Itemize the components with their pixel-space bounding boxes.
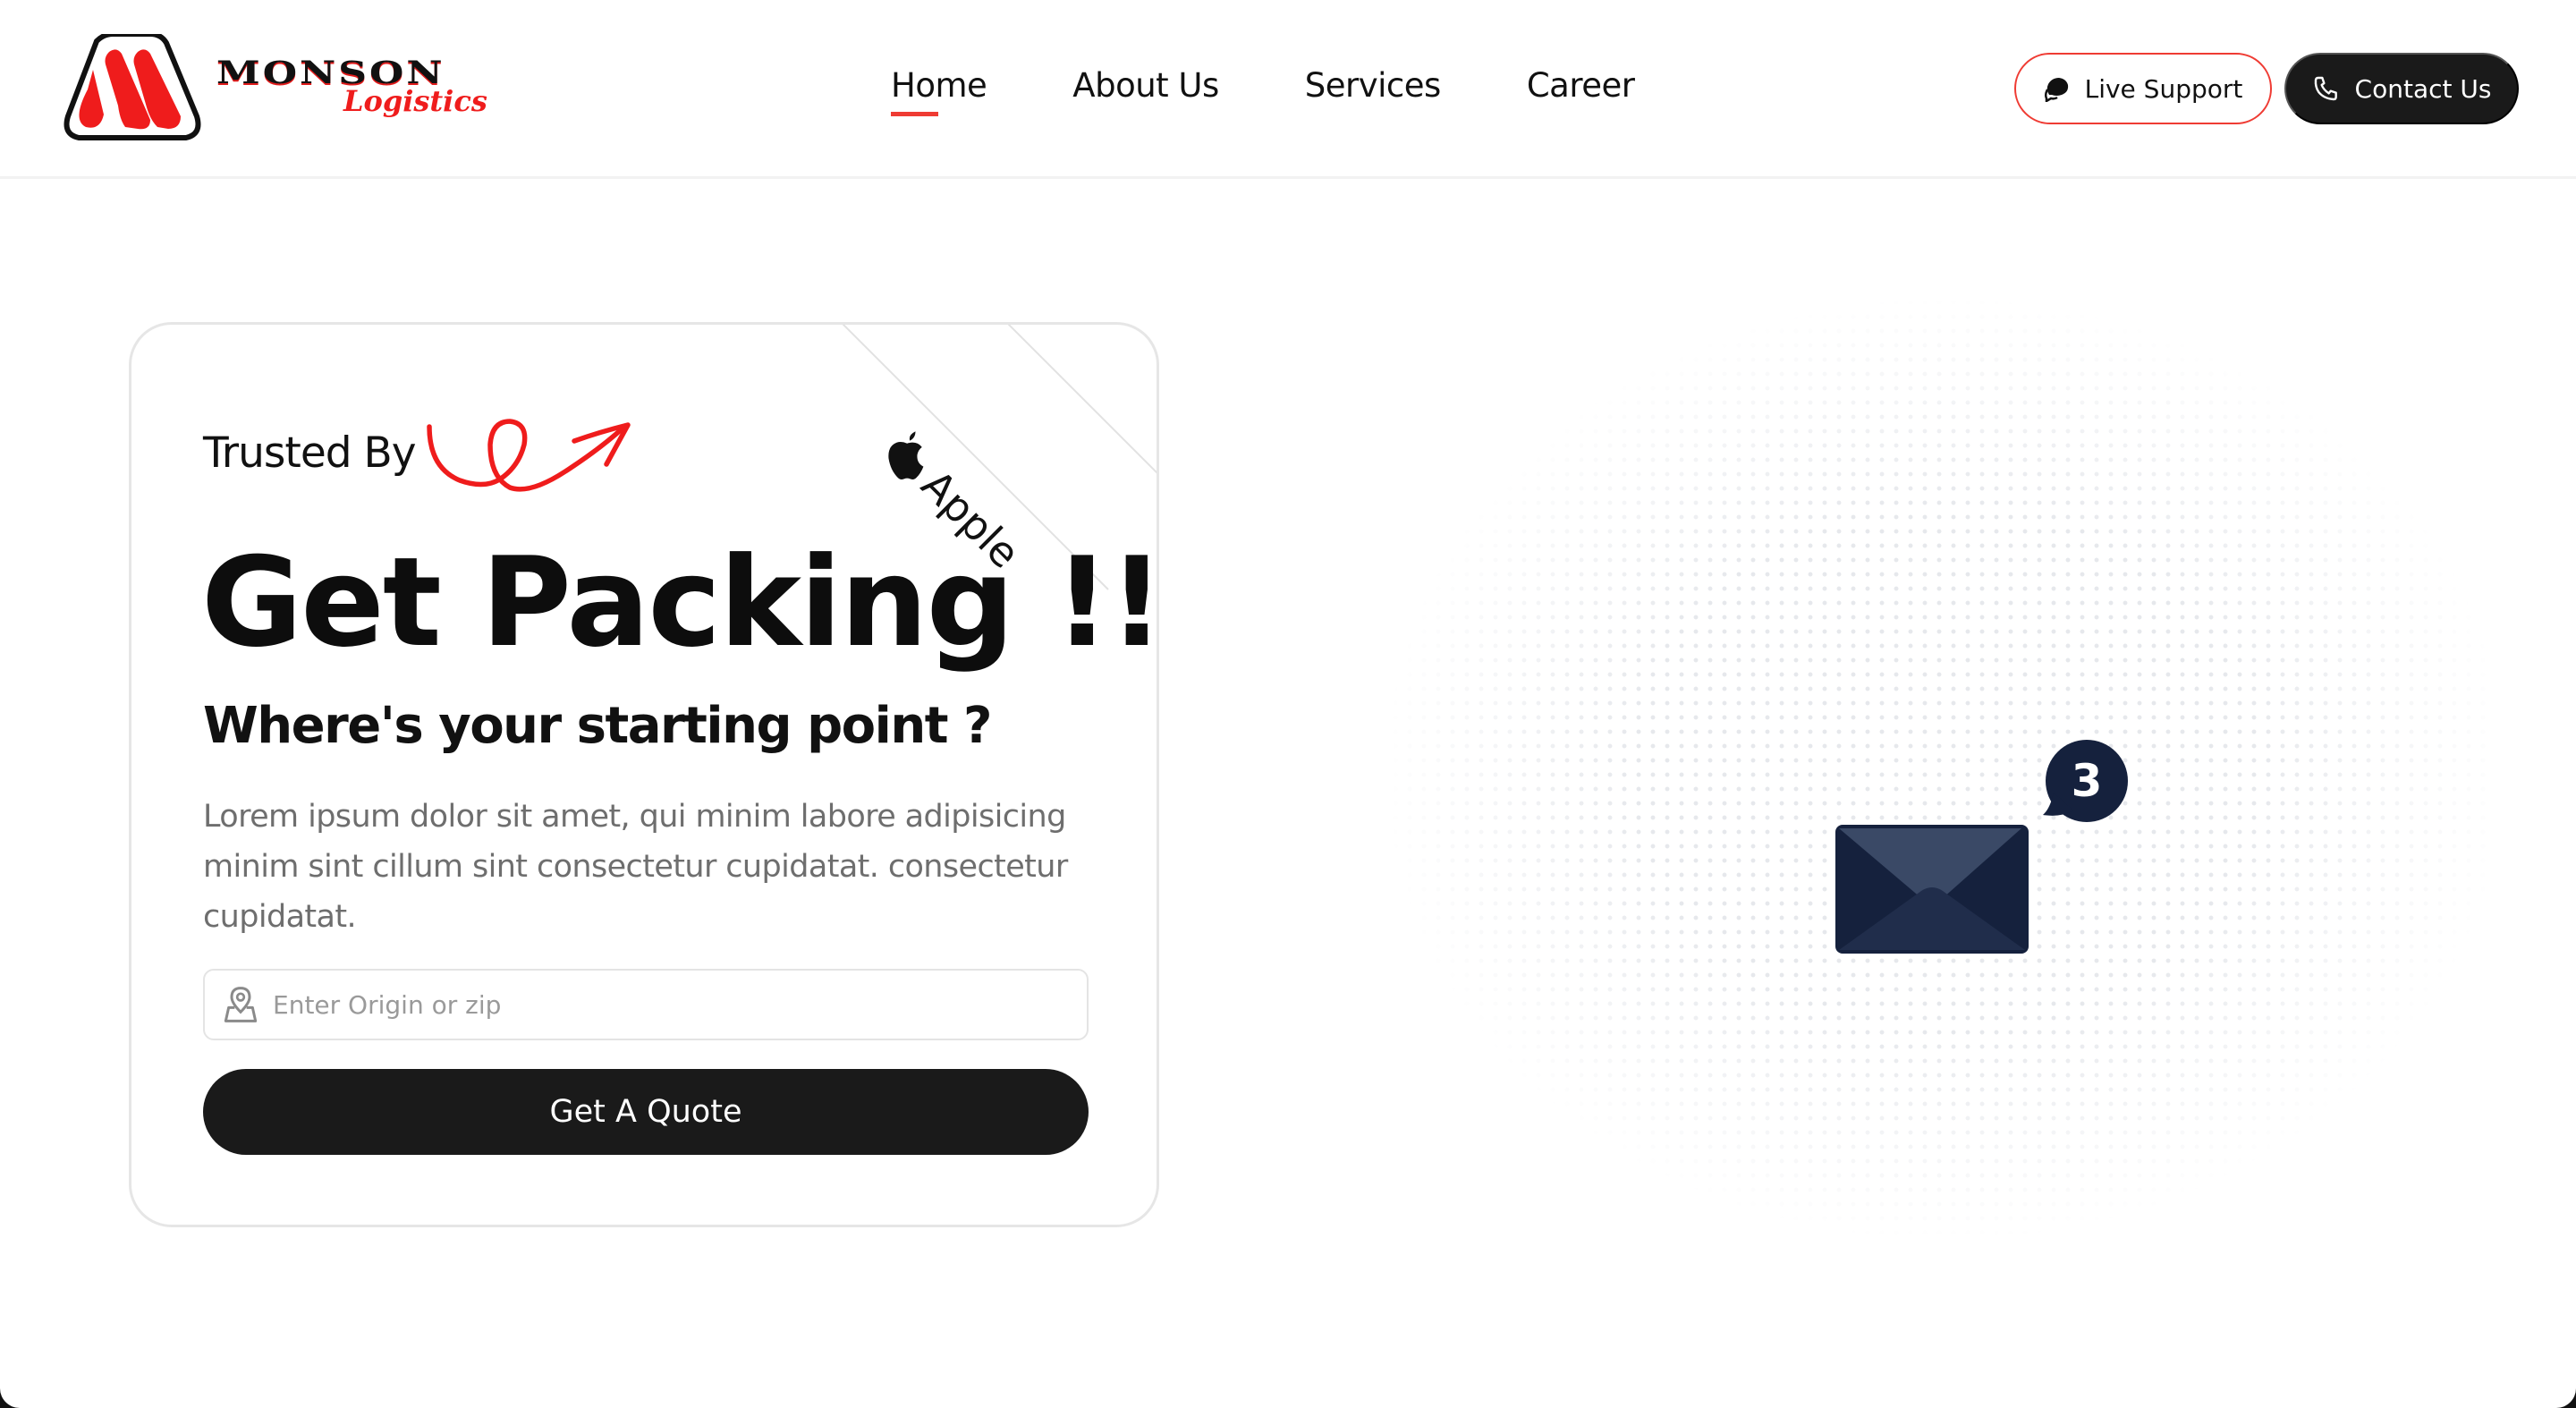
live-support-button[interactable]: Live Support xyxy=(2014,53,2272,124)
hero-subheadline: Where's your starting point ? xyxy=(203,697,992,755)
site-header: MONSON Logistics Home About Us Services … xyxy=(0,0,2576,179)
main-nav: Home About Us Services Career xyxy=(891,66,1720,120)
nav-item-about-us[interactable]: About Us xyxy=(1072,66,1219,120)
squiggle-arrow-icon xyxy=(427,419,631,492)
get-a-quote-button[interactable]: Get A Quote xyxy=(203,1069,1089,1155)
notification-badge: 3 xyxy=(2043,740,2128,822)
map-pin-icon xyxy=(224,987,258,1022)
chat-bubbles-icon xyxy=(2044,78,2068,102)
contact-us-button[interactable]: Contact Us xyxy=(2284,53,2519,124)
trusted-by-label: Trusted By xyxy=(203,428,417,478)
origin-field[interactable] xyxy=(203,969,1089,1040)
nav-item-home[interactable]: Home xyxy=(891,66,987,120)
hero-headline: Get Packing !! xyxy=(201,530,1159,674)
phone-icon xyxy=(2314,76,2337,101)
mail-illustration: 3 xyxy=(1832,734,2154,980)
logo[interactable]: MONSON Logistics xyxy=(61,34,508,141)
trusted-by: Trusted By xyxy=(203,428,417,478)
live-support-label: Live Support xyxy=(2084,73,2243,104)
apple-logo-icon xyxy=(888,431,924,479)
nav-item-services[interactable]: Services xyxy=(1305,66,1442,120)
hero-description: Lorem ipsum dolor sit amet, qui minim la… xyxy=(203,799,1068,935)
monson-m-emblem-icon xyxy=(64,34,201,140)
envelope-icon: 3 xyxy=(1835,740,2128,954)
contact-us-label: Contact Us xyxy=(2354,73,2492,104)
logo-tagline: Logistics xyxy=(343,84,487,118)
origin-input[interactable] xyxy=(273,989,1087,1020)
nav-item-career[interactable]: Career xyxy=(1527,66,1635,120)
badge-count: 3 xyxy=(2072,755,2103,807)
ribbon-border-right xyxy=(1007,325,1157,477)
hero-quote-card: Apple Trusted By Get Packing !! Where's … xyxy=(129,322,1159,1227)
page: MONSON Logistics Home About Us Services … xyxy=(0,0,2576,1408)
